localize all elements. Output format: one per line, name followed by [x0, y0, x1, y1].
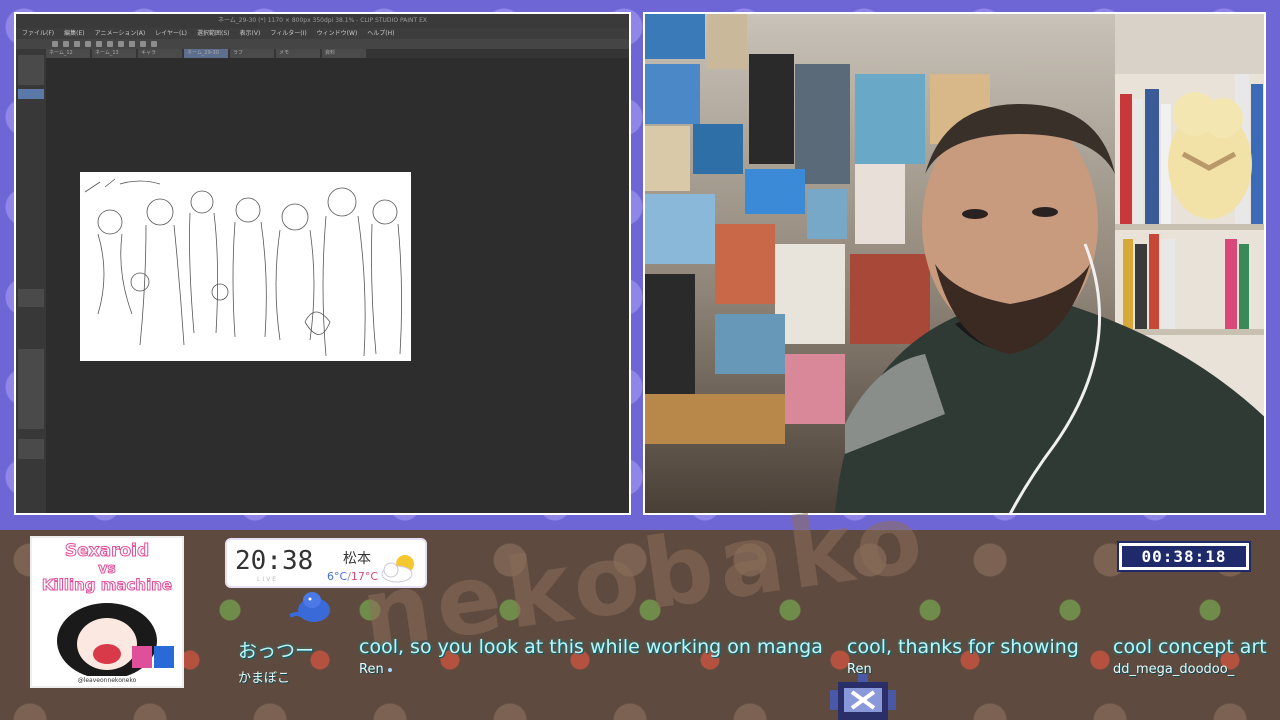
tool-palette	[16, 49, 46, 513]
chat-message: cool, so you look at this while working …	[359, 636, 823, 677]
menu-view[interactable]: 表示(V)	[240, 28, 261, 39]
chat-message-text: cool concept art	[1113, 636, 1267, 658]
brush-icon[interactable]	[140, 41, 146, 47]
chat-username: かまぼこ	[238, 671, 291, 686]
drawing-app-window: ネーム_29-30 (*) 1170 × 800px 350dpi 38.1% …	[14, 12, 631, 515]
chat-message: cool, thanks for showing Ren	[847, 636, 1079, 677]
tool-group[interactable]	[18, 55, 44, 85]
weather-temperature: 6°C/17°C	[327, 570, 378, 583]
save-icon[interactable]	[74, 41, 80, 47]
color-panel[interactable]	[18, 439, 44, 459]
webcam-feed	[643, 12, 1266, 515]
sub-tool-group[interactable]	[18, 289, 44, 307]
tab-document[interactable]: ネーム_13	[92, 49, 136, 58]
character-sketch-image	[84, 178, 402, 357]
chat-message-text: cool, thanks for showing	[847, 636, 1079, 658]
app-menubar: ファイル(F) 編集(E) アニメーション(A) レイヤー(L) 選択範囲(S)…	[16, 28, 629, 39]
manga-cover-art: Sexaroid vs Killing machine @leaveonneko…	[30, 536, 184, 688]
eraser-icon[interactable]	[151, 41, 157, 47]
menu-file[interactable]: ファイル(F)	[22, 28, 54, 39]
menu-help[interactable]: ヘルプ(H)	[367, 28, 394, 39]
tool-property-panel[interactable]	[18, 349, 44, 429]
menu-filter[interactable]: フィルター(I)	[270, 28, 306, 39]
transform-icon[interactable]	[118, 41, 124, 47]
selected-tool[interactable]	[18, 89, 44, 99]
tab-document[interactable]: ラフ	[230, 49, 274, 58]
undo-icon[interactable]	[85, 41, 91, 47]
tab-document[interactable]: 資料	[322, 49, 366, 58]
tab-document[interactable]: キャラ	[138, 49, 182, 58]
cover-illustration	[57, 603, 174, 676]
redo-icon[interactable]	[96, 41, 102, 47]
tab-document-active[interactable]: ネーム_29-30	[184, 49, 228, 58]
temp-high: 17°C	[350, 570, 379, 583]
menu-layer[interactable]: レイヤー(L)	[155, 28, 187, 39]
app-toolbar	[16, 39, 629, 49]
cover-title-line3: Killing machine	[41, 576, 173, 595]
user-badge-icon	[387, 667, 392, 672]
menu-animation[interactable]: アニメーション(A)	[95, 28, 146, 39]
pen-icon[interactable]	[129, 41, 135, 47]
clock-time: 20:38	[235, 546, 314, 576]
chat-username: dd_mega_doodoo_	[1113, 662, 1235, 677]
clock-live-label: LIVE	[257, 576, 279, 583]
chat-message: おっつー かまぼこ	[238, 636, 314, 686]
cover-credit: @leaveonnekoneko	[77, 677, 137, 684]
open-file-icon[interactable]	[63, 41, 69, 47]
new-file-icon[interactable]	[52, 41, 58, 47]
stream-timer-value: 00:38:18	[1122, 546, 1246, 567]
tab-document[interactable]: メモ	[276, 49, 320, 58]
sketch-canvas[interactable]	[80, 172, 411, 361]
chat-username-text: Ren	[359, 662, 384, 677]
menu-selection[interactable]: 選択範囲(S)	[197, 28, 230, 39]
blue-mascot-icon	[289, 592, 330, 622]
stream-timer: 00:38:18	[1117, 541, 1251, 572]
clock-weather-widget: 20:38 LIVE 松本 6°C/17°C	[225, 538, 427, 588]
cover-title-line1: Sexaroid	[64, 541, 150, 561]
weather-city: 松本	[343, 551, 371, 567]
chat-username: Ren	[359, 662, 823, 677]
chat-message: cool concept art dd_mega_doodoo_	[1113, 636, 1267, 677]
clear-icon[interactable]	[107, 41, 113, 47]
chat-message-text: おっつー	[238, 640, 315, 662]
canvas-area[interactable]	[46, 58, 629, 513]
document-tabs: ネーム_12 ネーム_13 キャラ ネーム_29-30 ラフ メモ 資料	[46, 49, 629, 58]
app-titlebar: ネーム_29-30 (*) 1170 × 800px 350dpi 38.1% …	[16, 14, 629, 28]
menu-edit[interactable]: 編集(E)	[64, 28, 84, 39]
menu-window[interactable]: ウィンドウ(W)	[317, 28, 358, 39]
partly-cloudy-icon	[381, 555, 414, 583]
temp-low: 6°C	[327, 570, 348, 583]
pixel-robot-mascot-icon	[830, 674, 896, 720]
tab-document[interactable]: ネーム_12	[46, 49, 90, 58]
streamer-person-image	[835, 104, 1264, 513]
chat-message-text: cool, so you look at this while working …	[359, 636, 823, 658]
